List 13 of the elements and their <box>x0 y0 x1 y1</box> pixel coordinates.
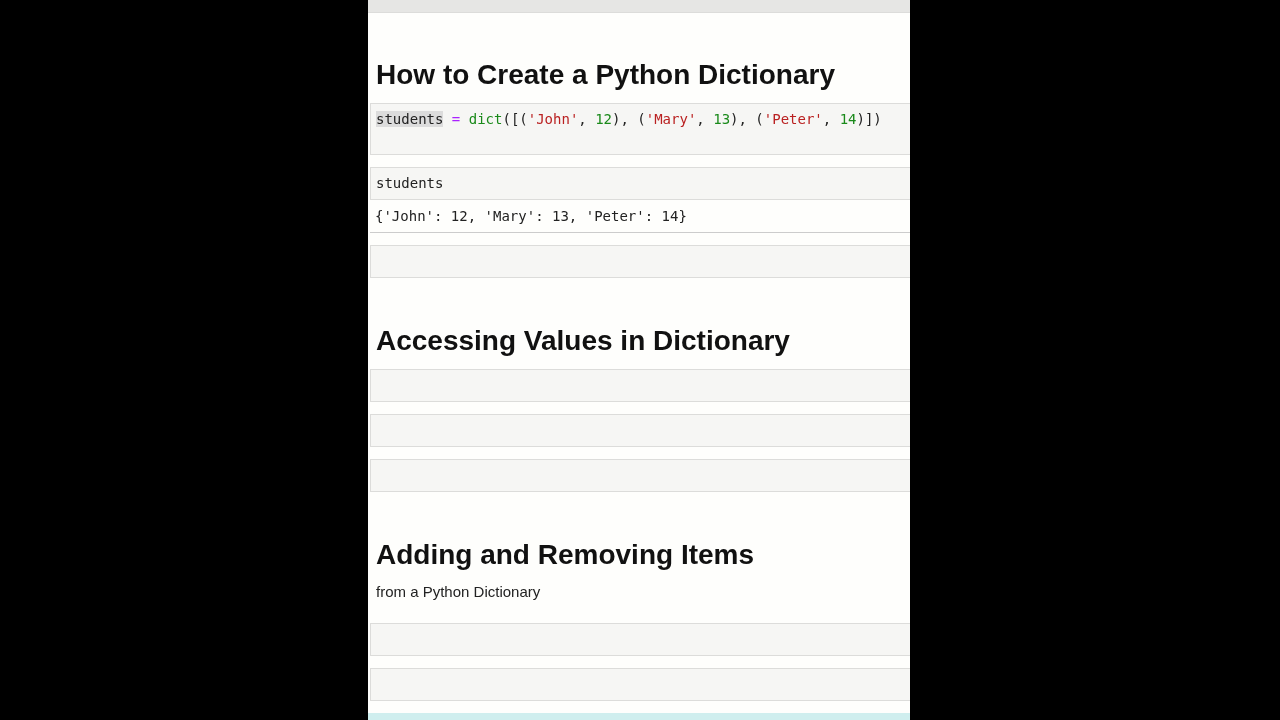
code-input-field[interactable]: students <box>370 167 910 201</box>
markdown-text: from a Python Dictionary <box>376 583 542 601</box>
section-heading: Accessing Values in Dictionary <box>375 324 791 359</box>
code-input-field[interactable] <box>370 459 910 493</box>
section-heading: How to Create a Python Dictionary <box>375 58 836 92</box>
code-input-field[interactable] <box>370 414 910 448</box>
code-input-field[interactable] <box>370 668 910 701</box>
code-input-field[interactable]: students = dict([('John', 12), ('Mary', 13), ('Peter', 14)]) <box>370 103 910 156</box>
code-input-field[interactable] <box>370 369 910 403</box>
code-input-field[interactable] <box>370 245 910 279</box>
section-heading: Adding and Removing Items <box>375 538 756 573</box>
cell-output: {'John': 12, 'Mary': 13, 'Peter': 14} <box>370 200 910 234</box>
code-input-field[interactable] <box>370 623 910 656</box>
